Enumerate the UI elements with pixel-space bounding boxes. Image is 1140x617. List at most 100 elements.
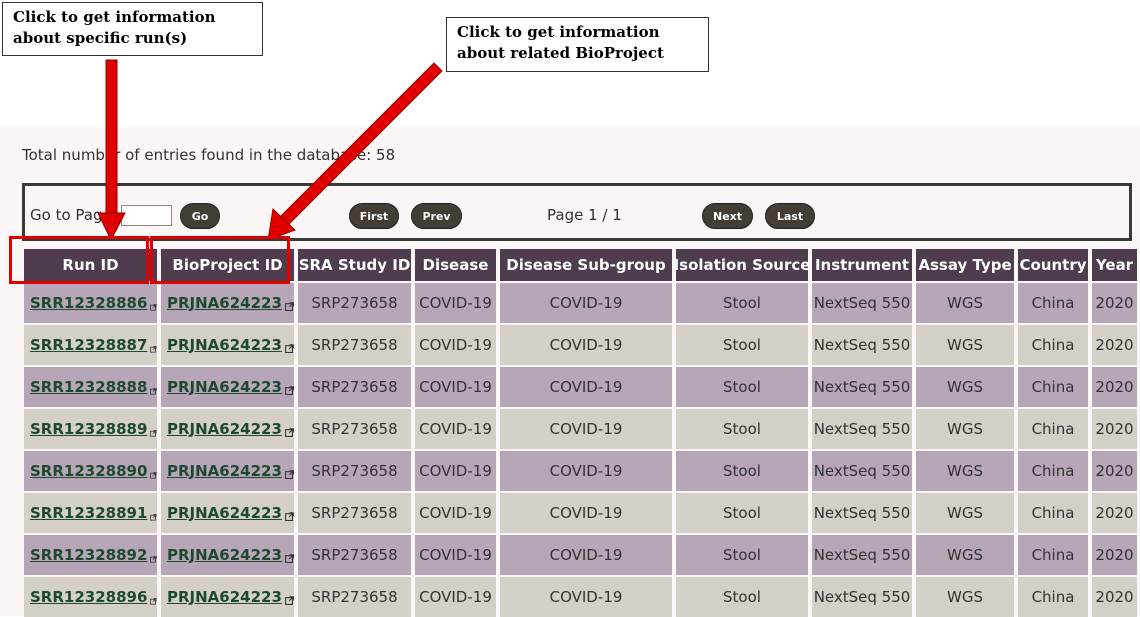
run-id-link[interactable]: SRR12328888: [30, 378, 147, 396]
external-link-icon[interactable]: [284, 381, 294, 395]
external-link-icon[interactable]: [284, 549, 294, 563]
cell-sra-study-id: SRP273658: [298, 451, 411, 491]
run-id-link[interactable]: SRR12328890: [30, 462, 147, 480]
external-link-icon[interactable]: [284, 339, 294, 353]
external-link-icon[interactable]: [150, 549, 157, 563]
goto-page-label: Go to Page: [30, 206, 112, 224]
cell-bioproject-id[interactable]: PRJNA624223: [161, 535, 294, 575]
external-link-icon[interactable]: [284, 423, 294, 437]
bioproject-id-link[interactable]: PRJNA624223: [167, 504, 282, 522]
external-link-icon[interactable]: [284, 297, 294, 311]
total-entries-text: Total number of entries found in the dat…: [22, 146, 396, 164]
cell-disease-subgroup: COVID-19: [500, 493, 672, 533]
cell-run-id[interactable]: SRR12328896: [24, 577, 157, 617]
external-link-icon[interactable]: [150, 381, 157, 395]
assay-type-value: WGS: [947, 462, 983, 480]
year-value: 2020: [1095, 546, 1134, 564]
cell-assay-type: WGS: [916, 409, 1014, 449]
cell-country: China: [1018, 367, 1088, 407]
isolation-source-value: Stool: [723, 336, 761, 354]
goto-page-input[interactable]: [121, 205, 172, 226]
cell-run-id[interactable]: SRR12328892: [24, 535, 157, 575]
cell-year: 2020: [1092, 577, 1137, 617]
run-id-link[interactable]: SRR12328887: [30, 336, 147, 354]
disease-value: COVID-19: [419, 378, 492, 396]
cell-sra-study-id: SRP273658: [298, 325, 411, 365]
cell-disease-subgroup: COVID-19: [500, 325, 672, 365]
cell-run-id[interactable]: SRR12328890: [24, 451, 157, 491]
prev-page-button[interactable]: Prev: [411, 203, 462, 229]
bioproject-id-link[interactable]: PRJNA624223: [167, 378, 282, 396]
bioproject-id-link[interactable]: PRJNA624223: [167, 462, 282, 480]
run-id-link[interactable]: SRR12328891: [30, 504, 147, 522]
bioproject-id-link[interactable]: PRJNA624223: [167, 336, 282, 354]
cell-year: 2020: [1092, 535, 1137, 575]
bioproject-id-link[interactable]: PRJNA624223: [167, 588, 282, 606]
cell-bioproject-id[interactable]: PRJNA624223: [161, 367, 294, 407]
cell-bioproject-id[interactable]: PRJNA624223: [161, 325, 294, 365]
year-value: 2020: [1095, 504, 1134, 522]
country-value: China: [1031, 336, 1075, 354]
cell-bioproject-id[interactable]: PRJNA624223: [161, 493, 294, 533]
external-link-icon[interactable]: [150, 423, 157, 437]
cell-run-id[interactable]: SRR12328887: [24, 325, 157, 365]
run-id-link[interactable]: SRR12328896: [30, 588, 147, 606]
disease-value: COVID-19: [419, 546, 492, 564]
cell-bioproject-id[interactable]: PRJNA624223: [161, 451, 294, 491]
external-link-icon[interactable]: [150, 339, 157, 353]
external-link-icon[interactable]: [150, 465, 157, 479]
cell-run-id[interactable]: SRR12328889: [24, 409, 157, 449]
cell-bioproject-id[interactable]: PRJNA624223: [161, 283, 294, 323]
next-page-button[interactable]: Next: [702, 203, 753, 229]
cell-disease: COVID-19: [415, 367, 496, 407]
bioproject-id-link[interactable]: PRJNA624223: [167, 420, 282, 438]
sra-study-id-value: SRP273658: [311, 336, 398, 354]
cell-sra-study-id: SRP273658: [298, 409, 411, 449]
cell-instrument: NextSeq 550: [812, 535, 912, 575]
disease-value: COVID-19: [419, 588, 492, 606]
cell-bioproject-id[interactable]: PRJNA624223: [161, 409, 294, 449]
run-id-link[interactable]: SRR12328886: [30, 294, 147, 312]
cell-instrument: NextSeq 550: [812, 577, 912, 617]
disease-value: COVID-19: [419, 504, 492, 522]
year-value: 2020: [1095, 336, 1134, 354]
cell-isolation-source: Stool: [676, 451, 808, 491]
external-link-icon[interactable]: [284, 465, 294, 479]
external-link-icon[interactable]: [150, 591, 157, 605]
assay-type-value: WGS: [947, 378, 983, 396]
cell-run-id[interactable]: SRR12328891: [24, 493, 157, 533]
first-page-button[interactable]: First: [349, 203, 399, 229]
disease-value: COVID-19: [419, 294, 492, 312]
last-page-button[interactable]: Last: [765, 203, 815, 229]
external-link-icon[interactable]: [150, 297, 157, 311]
go-button[interactable]: Go: [180, 203, 220, 229]
run-id-link[interactable]: SRR12328892: [30, 546, 147, 564]
cell-run-id[interactable]: SRR12328888: [24, 367, 157, 407]
cell-disease: COVID-19: [415, 409, 496, 449]
instrument-value: NextSeq 550: [813, 420, 911, 438]
cell-assay-type: WGS: [916, 451, 1014, 491]
cell-bioproject-id[interactable]: PRJNA624223: [161, 577, 294, 617]
cell-sra-study-id: SRP273658: [298, 283, 411, 323]
column-header-disease: Disease: [415, 249, 496, 281]
assay-type-value: WGS: [947, 588, 983, 606]
sra-study-id-value: SRP273658: [311, 420, 398, 438]
cell-assay-type: WGS: [916, 535, 1014, 575]
external-link-icon[interactable]: [284, 591, 294, 605]
external-link-icon[interactable]: [284, 507, 294, 521]
cell-country: China: [1018, 409, 1088, 449]
year-value: 2020: [1095, 462, 1134, 480]
sra-study-id-value: SRP273658: [311, 588, 398, 606]
bioproject-id-link[interactable]: PRJNA624223: [167, 546, 282, 564]
bioproject-id-link[interactable]: PRJNA624223: [167, 294, 282, 312]
cell-country: China: [1018, 535, 1088, 575]
column-header-instrument: Instrument: [812, 249, 912, 281]
run-id-link[interactable]: SRR12328889: [30, 420, 147, 438]
cell-assay-type: WGS: [916, 493, 1014, 533]
cell-assay-type: WGS: [916, 325, 1014, 365]
cell-run-id[interactable]: SRR12328886: [24, 283, 157, 323]
column-header-disease-subgroup: Disease Sub-group: [500, 249, 672, 281]
external-link-icon[interactable]: [150, 507, 157, 521]
bioproject-callout: Click to get information about related B…: [446, 17, 709, 72]
cell-isolation-source: Stool: [676, 493, 808, 533]
